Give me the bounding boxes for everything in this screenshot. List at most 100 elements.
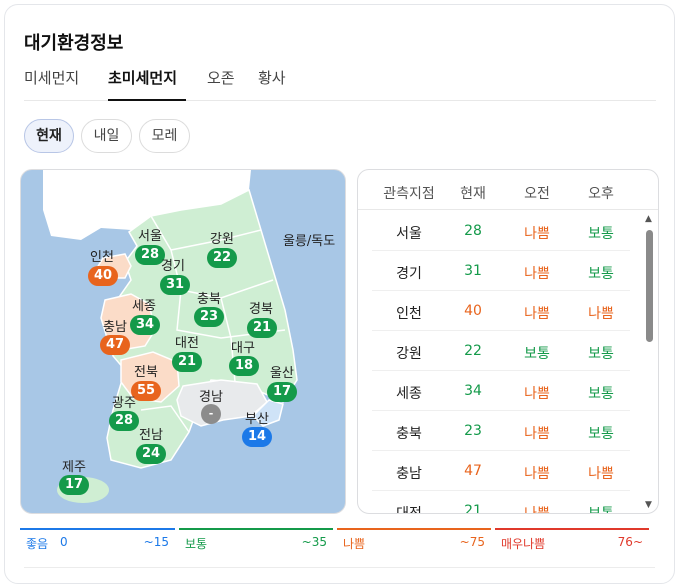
map-badge-gyeonggi[interactable]: 31 [160, 275, 190, 295]
table-row: 충남 47 나쁨 나쁨 [372, 451, 630, 491]
map-label-daejeon: 대전 [175, 336, 199, 351]
map-badge-jeju[interactable]: 17 [59, 475, 89, 495]
table-row: 서울 28 나쁨 보통 [372, 211, 630, 251]
header-site: 관측지점 [383, 186, 435, 202]
legend-good-value: 0 [60, 535, 68, 549]
table-row: 충북 23 나쁨 보통 [372, 411, 630, 451]
cell-pm: 보통 [588, 506, 614, 514]
bottom-divider [24, 567, 655, 568]
pollutant-tabs: 미세먼지 초미세먼지 오존 황사 [24, 67, 656, 101]
map-label-ulsan: 울산 [270, 366, 294, 381]
table-row: 인천 40 나쁨 나쁨 [372, 291, 630, 331]
cell-am: 나쁨 [524, 466, 550, 482]
table-body: 서울 28 나쁨 보통 경기 31 나쁨 보통 인천 40 나쁨 나쁨 강원 2… [372, 211, 630, 514]
legend-good-name: 좋음 [26, 537, 49, 551]
chip-now[interactable]: 현재 [24, 119, 74, 153]
map-badge-daejeon[interactable]: 21 [172, 352, 202, 372]
cell-site: 강원 [396, 346, 422, 362]
legend-very-bad: 매우나쁨 76~ [495, 528, 649, 551]
map-label-incheon: 인천 [90, 250, 114, 265]
ulleung-dokdo-label: 울릉/독도 [283, 234, 336, 249]
cell-site: 충남 [396, 466, 422, 482]
chip-tomorrow[interactable]: 내일 [81, 119, 132, 153]
scroll-up-icon[interactable]: ▲ [645, 214, 652, 224]
table-row: 대전 21 나쁨 보통 [372, 491, 630, 514]
map-label-gyeongbuk: 경북 [249, 302, 273, 317]
tab-ozone[interactable]: 오존 [207, 67, 243, 101]
legend-good-range: ~15 [143, 535, 169, 549]
map-badge-incheon[interactable]: 40 [88, 266, 118, 286]
map-label-sejong: 세종 [132, 299, 156, 314]
cell-am: 나쁨 [524, 306, 550, 322]
map-label-gyeonggi: 경기 [161, 259, 185, 274]
legend-bad-range: ~75 [459, 535, 485, 549]
cell-pm: 나쁨 [588, 306, 614, 322]
cell-now: 34 [464, 383, 482, 399]
legend-very-bad-range: 76~ [617, 535, 643, 549]
map-label-jeonnam: 전남 [139, 428, 163, 443]
cell-site: 대전 [396, 506, 422, 514]
cell-now: 28 [464, 223, 482, 239]
air-quality-card: 대기환경정보 미세먼지 초미세먼지 오존 황사 현재 내일 모레 울릉/독도 서… [4, 4, 675, 584]
cell-pm: 보통 [588, 386, 614, 402]
legend-bad: 나쁨 ~75 [337, 528, 491, 551]
cell-am: 나쁨 [524, 226, 550, 242]
map-badge-chungbuk[interactable]: 23 [194, 307, 224, 327]
cell-now: 23 [464, 423, 482, 439]
legend-normal-name: 보통 [185, 537, 208, 551]
map-badge-sejong[interactable]: 34 [130, 315, 160, 335]
map-badge-gyeongnam[interactable]: - [201, 404, 221, 424]
cell-am: 나쁨 [524, 506, 550, 514]
legend-normal: 보통 ~35 [179, 528, 333, 551]
map-badge-gyeongbuk[interactable]: 21 [247, 318, 277, 338]
map-badge-ulsan[interactable]: 17 [267, 382, 297, 402]
legend-bad-name: 나쁨 [343, 537, 366, 551]
map-label-busan: 부산 [245, 412, 269, 427]
header-am: 오전 [524, 186, 550, 202]
map-badge-busan[interactable]: 14 [242, 427, 272, 447]
cell-am: 보통 [524, 346, 550, 362]
scroll-thumb[interactable] [646, 230, 653, 342]
scroll-down-icon[interactable]: ▼ [645, 500, 652, 510]
map-label-jeonbuk: 전북 [134, 365, 158, 380]
map-badge-gwangju[interactable]: 28 [109, 411, 139, 431]
cell-pm: 보통 [588, 266, 614, 282]
cell-site: 경기 [396, 266, 422, 282]
cell-now: 31 [464, 263, 482, 279]
header-pm: 오후 [588, 186, 614, 202]
map-label-chungbuk: 충북 [197, 292, 221, 307]
cell-now: 22 [464, 343, 482, 359]
map-label-jeju: 제주 [62, 460, 86, 475]
map-badge-gangwon[interactable]: 22 [207, 248, 237, 268]
cell-pm: 나쁨 [588, 466, 614, 482]
cell-am: 나쁨 [524, 426, 550, 442]
cell-pm: 보통 [588, 226, 614, 242]
legend-good: 좋음 0 ~15 [20, 528, 175, 551]
map-badge-jeonnam[interactable]: 24 [136, 444, 166, 464]
cell-am: 나쁨 [524, 266, 550, 282]
cell-pm: 보통 [588, 426, 614, 442]
tab-pm10[interactable]: 미세먼지 [24, 67, 86, 101]
site-table: 관측지점 현재 오전 오후 서울 28 나쁨 보통 경기 31 나쁨 보통 인천… [357, 169, 659, 514]
header-now: 현재 [460, 186, 486, 202]
map-badge-daegu[interactable]: 18 [229, 356, 259, 376]
cell-am: 나쁨 [524, 386, 550, 402]
cell-now: 21 [464, 503, 482, 514]
cell-site: 충북 [396, 426, 422, 442]
tab-pm25[interactable]: 초미세먼지 [108, 67, 186, 101]
table-row: 경기 31 나쁨 보통 [372, 251, 630, 291]
panel-title: 대기환경정보 [24, 33, 124, 54]
map-badge-chungnam[interactable]: 47 [100, 335, 130, 355]
cell-now: 40 [464, 303, 482, 319]
map-label-chungnam: 충남 [103, 320, 127, 335]
cell-site: 세종 [396, 386, 422, 402]
table-row: 강원 22 보통 보통 [372, 331, 630, 371]
legend-very-bad-name: 매우나쁨 [501, 537, 546, 551]
table-scrollbar[interactable]: ▲ ▼ [644, 214, 656, 510]
chip-day-after[interactable]: 모레 [139, 119, 190, 153]
map-label-gangwon: 강원 [210, 232, 234, 247]
map-label-seoul: 서울 [138, 229, 162, 244]
legend-normal-range: ~35 [301, 535, 327, 549]
map-label-gyeongnam: 경남 [199, 390, 223, 405]
tab-yellow-dust[interactable]: 황사 [258, 67, 294, 101]
